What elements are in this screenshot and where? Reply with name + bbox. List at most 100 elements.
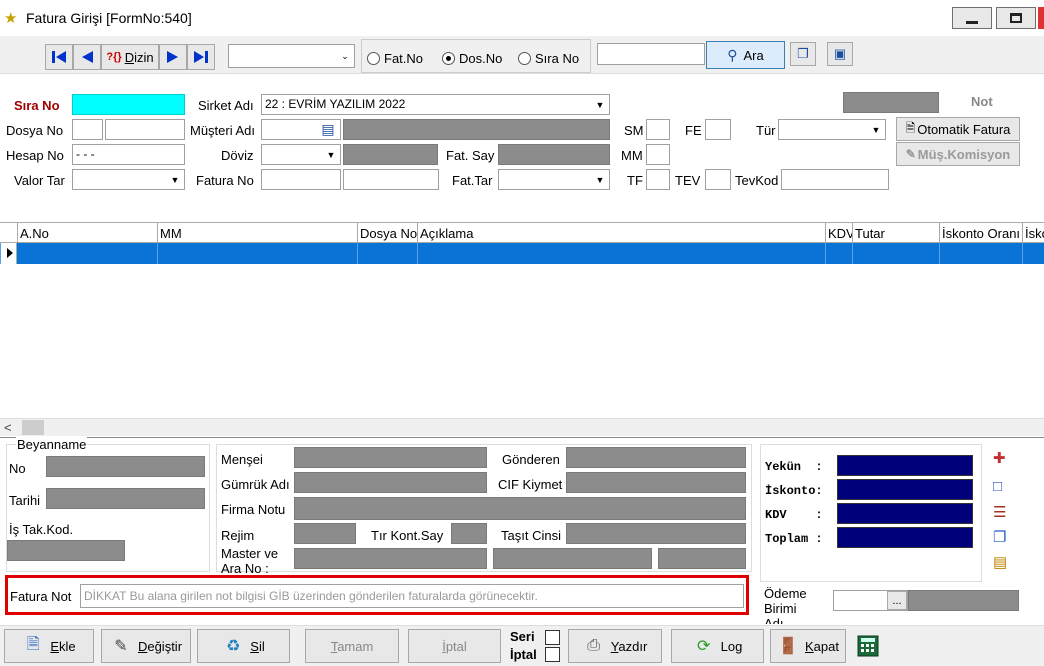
first-record-button[interactable] bbox=[45, 44, 73, 70]
last-record-button[interactable] bbox=[187, 44, 215, 70]
export-button[interactable]: ▣ bbox=[827, 42, 853, 66]
grid-col-aciklama[interactable]: Açıklama bbox=[417, 223, 825, 243]
search-field-select[interactable]: ⌄ bbox=[228, 44, 355, 68]
beyanname-label: Beyanname bbox=[16, 437, 88, 452]
grid-body bbox=[0, 264, 1044, 418]
lookup-icon[interactable]: ▤ bbox=[318, 121, 338, 138]
degistir-button[interactable]: ✎ Değiştir bbox=[101, 629, 191, 663]
grid-cell-divider bbox=[939, 243, 940, 264]
sirket-adi-select[interactable]: 22 : EVRİM YAZILIM 2022 ▼ bbox=[261, 94, 610, 115]
sm-label: SM bbox=[624, 123, 644, 138]
first-icon bbox=[52, 51, 66, 63]
tev-label: TEV bbox=[675, 173, 701, 188]
grid-col-mm[interactable]: MM bbox=[157, 223, 357, 243]
index-icon: ?{} bbox=[106, 51, 122, 63]
sm-input[interactable] bbox=[646, 119, 670, 140]
grid-cell-divider bbox=[417, 243, 418, 264]
tevkod-input[interactable] bbox=[781, 169, 889, 190]
seri-checkbox[interactable] bbox=[545, 630, 560, 645]
fatura-no-input-2[interactable] bbox=[343, 169, 439, 190]
close-button[interactable] bbox=[1038, 7, 1044, 29]
radio-fatno[interactable]: Fat.No bbox=[367, 51, 423, 66]
log-button[interactable]: ⟳ Log bbox=[671, 629, 764, 663]
grid-col-dosya-no[interactable]: Dosya No bbox=[357, 223, 417, 243]
search-icon: ⚲ bbox=[727, 46, 738, 63]
fat-tar-select[interactable]: ▼ bbox=[498, 169, 610, 190]
title-bar: ★ Fatura Girişi [FormNo:540] bbox=[0, 0, 1044, 36]
tasit-cinsi-label: Taşıt Cinsi bbox=[501, 528, 561, 543]
grid-col-isko[interactable]: İsko bbox=[1022, 223, 1044, 243]
yazdir-button[interactable]: ⎙ Yazdır bbox=[568, 629, 662, 663]
tur-select[interactable]: ▼ bbox=[778, 119, 886, 140]
copy-pages-icon[interactable]: ❐ bbox=[993, 528, 1006, 546]
radio-sirano[interactable]: Sıra No bbox=[518, 51, 579, 66]
tir-kont-say-display bbox=[451, 523, 487, 544]
search-button[interactable]: ⚲ Ara bbox=[706, 41, 785, 69]
maximize-button[interactable] bbox=[996, 7, 1036, 29]
grid-bottom-divider bbox=[0, 437, 1044, 438]
fatura-not-input[interactable]: DİKKAT Bu alana girilen not bilgisi GİB … bbox=[80, 584, 744, 608]
iskonto-display bbox=[837, 479, 973, 500]
calculator-button[interactable] bbox=[857, 635, 879, 657]
copy-icon: ❐ bbox=[797, 46, 809, 61]
hesap-no-input[interactable]: - - - bbox=[72, 144, 185, 165]
doviz-select[interactable]: ▼ bbox=[261, 144, 341, 165]
grid-col-kdv[interactable]: KDV bbox=[825, 223, 852, 243]
valor-tar-select[interactable]: ▼ bbox=[72, 169, 185, 190]
iptal-checkbox[interactable] bbox=[545, 647, 560, 662]
horizontal-scrollbar[interactable]: < bbox=[0, 418, 1044, 436]
ekle-button[interactable]: 🗎 Ekle bbox=[4, 629, 94, 663]
copy-button[interactable]: ❐ bbox=[790, 42, 816, 66]
firma-notu-label: Firma Notu bbox=[221, 502, 286, 517]
otomatik-fatura-button[interactable]: 🗎 Otomatik Fatura bbox=[896, 117, 1020, 141]
list-icon[interactable]: ▤ bbox=[993, 553, 1007, 571]
sil-button[interactable]: ♻ Sil bbox=[197, 629, 290, 663]
tf-input[interactable] bbox=[646, 169, 670, 190]
mm-label: MM bbox=[621, 148, 643, 163]
tir-kont-say-label: Tır Kont.Say bbox=[371, 528, 444, 543]
scroll-left-icon[interactable]: < bbox=[4, 420, 12, 435]
cif-kiymet-display bbox=[566, 472, 746, 493]
search-input[interactable] bbox=[597, 43, 705, 65]
kapat-button[interactable]: 🚪 Kapat bbox=[770, 629, 846, 663]
dizin-label: Dizin bbox=[124, 49, 154, 65]
scroll-thumb[interactable] bbox=[22, 420, 44, 435]
iptal-button[interactable]: İptal bbox=[408, 629, 501, 663]
beyanname-no-display bbox=[46, 456, 205, 477]
row-indicator bbox=[0, 243, 17, 264]
fatura-no-input-1[interactable] bbox=[261, 169, 341, 190]
dosya-no-label: Dosya No bbox=[6, 123, 64, 138]
next-record-button[interactable] bbox=[159, 44, 187, 70]
minimize-button[interactable] bbox=[952, 7, 992, 29]
tamam-button[interactable]: Tamam bbox=[305, 629, 399, 663]
odeme-label: Ödeme bbox=[764, 586, 807, 601]
hesap-no-label: Hesap No bbox=[6, 148, 64, 163]
grid-col-ano[interactable]: A.No bbox=[17, 223, 157, 243]
previous-record-button[interactable] bbox=[73, 44, 101, 70]
grid-col-iskonto-orani[interactable]: İskonto Oranı bbox=[939, 223, 1022, 243]
dosya-no-prefix-input[interactable] bbox=[72, 119, 103, 140]
radio-sirano-circle bbox=[518, 52, 531, 65]
add-document-icon[interactable]: ✚ bbox=[993, 449, 1006, 467]
stack-icon[interactable]: ☰ bbox=[993, 503, 1006, 521]
mm-input[interactable] bbox=[646, 144, 670, 165]
tevkod-label: TevKod bbox=[735, 173, 779, 188]
birimi-label: Birimi bbox=[764, 601, 797, 616]
gonderen-display bbox=[566, 447, 746, 468]
dosya-no-input[interactable] bbox=[105, 119, 185, 140]
dizin-button[interactable]: ?{} Dizin bbox=[101, 44, 159, 70]
gonderen-label: Gönderen bbox=[502, 452, 560, 467]
fe-input[interactable] bbox=[705, 119, 731, 140]
grid-col-tutar[interactable]: Tutar bbox=[852, 223, 939, 243]
radio-dosno[interactable]: Dos.No bbox=[442, 51, 502, 66]
tev-input[interactable] bbox=[705, 169, 731, 190]
odeme-lookup-button[interactable]: ... bbox=[887, 591, 907, 610]
select-area-icon[interactable]: □ bbox=[993, 478, 1002, 495]
table-row[interactable] bbox=[0, 243, 1044, 264]
sira-no-input[interactable] bbox=[72, 94, 185, 115]
maximize-icon bbox=[1010, 13, 1022, 23]
mus-komisyon-button[interactable]: ✎ Müş.Komisyon bbox=[896, 142, 1020, 166]
rejim-display bbox=[294, 523, 356, 544]
is-tak-kod-label: İş Tak.Kod. bbox=[9, 522, 74, 537]
seri-label: Seri bbox=[510, 629, 535, 644]
